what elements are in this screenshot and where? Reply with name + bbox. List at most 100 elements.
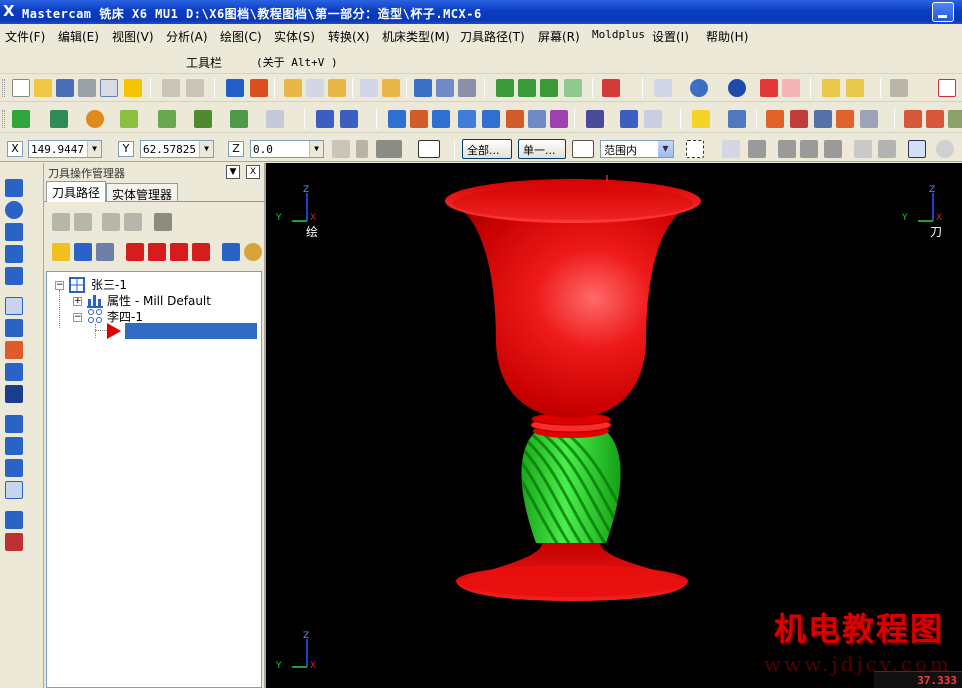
undo-icon[interactable] <box>162 79 180 97</box>
help-question-icon[interactable] <box>418 140 440 158</box>
grid-icon[interactable] <box>620 110 638 128</box>
print-icon[interactable] <box>78 79 96 97</box>
tree-item-machine-group[interactable]: 张三-1 <box>91 276 127 293</box>
cube-select-icon[interactable] <box>748 140 766 158</box>
menu-screen[interactable]: 屏幕(R) <box>538 28 580 45</box>
menu-file[interactable]: 文件(F) <box>5 28 45 45</box>
fast-point-icon[interactable] <box>356 140 368 158</box>
solid-box-icon[interactable] <box>5 267 23 285</box>
stretch-icon[interactable] <box>528 110 546 128</box>
trophy-icon[interactable] <box>124 79 142 97</box>
machine-icon[interactable] <box>904 110 922 128</box>
copy-icon[interactable] <box>860 110 878 128</box>
collapse-icon[interactable]: − <box>55 281 64 290</box>
single-op-icon[interactable] <box>222 243 240 261</box>
wire-solid-icon[interactable] <box>782 79 800 97</box>
right-view-icon[interactable] <box>564 79 582 97</box>
trim-icon[interactable] <box>194 110 212 128</box>
loft-icon[interactable] <box>5 459 23 477</box>
help-op-icon[interactable] <box>244 243 262 261</box>
back-select-icon[interactable] <box>878 140 896 158</box>
shaded-solid-icon[interactable] <box>760 79 778 97</box>
collapse-icon[interactable]: − <box>73 313 82 322</box>
doc-icon[interactable] <box>814 110 832 128</box>
arrow-select-icon[interactable] <box>722 140 740 158</box>
tree-item-properties[interactable]: 属性 - Mill Default <box>107 292 211 309</box>
chevron-down-icon[interactable]: ▼ <box>309 141 323 157</box>
regen-selected-icon[interactable] <box>102 213 120 231</box>
solid-select-icon[interactable] <box>854 140 872 158</box>
insert-arrow-icon[interactable] <box>170 243 188 261</box>
arc-icon[interactable] <box>5 201 23 219</box>
spline-icon[interactable] <box>5 223 23 241</box>
menu-analyze[interactable]: 分析(A) <box>166 28 208 45</box>
zoom-window-icon[interactable] <box>306 79 324 97</box>
help-arrow-icon[interactable] <box>938 79 956 97</box>
tab-solids-manager[interactable]: 实体管理器 <box>106 183 179 202</box>
globe-icon[interactable] <box>690 79 708 97</box>
regen-dirty-icon[interactable] <box>124 213 142 231</box>
verify-icon[interactable] <box>948 110 962 128</box>
gview-icon[interactable] <box>414 79 432 97</box>
arrow-down-icon[interactable] <box>5 245 23 263</box>
all-button[interactable]: 全部... <box>462 139 512 159</box>
chevron-down-icon[interactable]: ▼ <box>87 141 101 157</box>
move-up-icon[interactable] <box>148 243 166 261</box>
cylinder-create-icon[interactable] <box>230 110 248 128</box>
new-file-icon[interactable] <box>12 79 30 97</box>
insert-arrow-marker-icon[interactable] <box>107 323 121 339</box>
array-icon[interactable] <box>482 110 500 128</box>
tab-toolpaths[interactable]: 刀具路径 <box>46 181 107 202</box>
layer-icon[interactable] <box>5 533 23 551</box>
expand-icon[interactable]: + <box>73 297 82 306</box>
simulate-icon[interactable] <box>926 110 944 128</box>
repaint-icon[interactable] <box>250 79 268 97</box>
wrap-icon[interactable] <box>506 110 524 128</box>
surface-icon[interactable] <box>266 110 284 128</box>
table-icon[interactable] <box>766 110 784 128</box>
fit-icon[interactable] <box>284 79 302 97</box>
cylinder-icon[interactable] <box>5 363 23 381</box>
dimension-icon[interactable] <box>728 110 746 128</box>
wireframe-icon[interactable] <box>5 297 23 315</box>
redo-icon[interactable] <box>186 79 204 97</box>
print-preview-icon[interactable] <box>100 79 118 97</box>
wireframe-display-icon[interactable] <box>654 79 672 97</box>
z-input[interactable]: 0.0 ▼ <box>250 140 324 158</box>
menu-moldplus[interactable]: Moldplus <box>592 28 645 41</box>
body-select-icon[interactable] <box>800 140 818 158</box>
face-select-icon[interactable] <box>778 140 796 158</box>
fillet-create-icon[interactable] <box>158 110 176 128</box>
graphics-viewport[interactable]: Z Y X 绘 Z Y X 刀 Z Y X 机电教程图 www.jdjcy.co… <box>266 163 962 688</box>
offset-icon[interactable] <box>432 110 450 128</box>
zoom-out-icon[interactable] <box>382 79 400 97</box>
tools-icon[interactable] <box>890 79 908 97</box>
extrude-icon[interactable] <box>5 415 23 433</box>
panel-dropdown-button[interactable]: ▼ <box>226 165 240 179</box>
pencil-icon[interactable] <box>822 79 840 97</box>
light-icon[interactable] <box>692 110 710 128</box>
x-input[interactable]: 149.9447 ▼ <box>28 140 102 158</box>
open-file-icon[interactable] <box>34 79 52 97</box>
roll-icon[interactable] <box>550 110 568 128</box>
scroll-arrow-icon[interactable] <box>192 243 210 261</box>
list-icon[interactable] <box>790 110 808 128</box>
verify-select-icon[interactable] <box>908 140 926 158</box>
toolpath-icon[interactable] <box>586 110 604 128</box>
iso-view-icon[interactable] <box>496 79 514 97</box>
y-input[interactable]: 62.57825 ▼ <box>140 140 214 158</box>
menu-toolpaths[interactable]: 刀具路径(T) <box>460 28 525 45</box>
tag-icon[interactable] <box>836 110 854 128</box>
chevron-down-icon[interactable]: ▼ <box>658 141 673 157</box>
stop-icon[interactable] <box>154 213 172 231</box>
select-all-ops-icon[interactable] <box>52 213 70 231</box>
range-select[interactable]: 范围内 ▼ <box>600 140 674 158</box>
boolean-icon[interactable] <box>5 481 23 499</box>
minimize-button[interactable] <box>932 2 954 22</box>
pan-icon[interactable] <box>226 79 244 97</box>
save-icon[interactable] <box>56 79 74 97</box>
point-create-icon[interactable] <box>12 110 30 128</box>
grid-snap-icon[interactable] <box>376 140 402 158</box>
cancel-select-icon[interactable] <box>936 140 954 158</box>
project-icon[interactable] <box>458 110 476 128</box>
